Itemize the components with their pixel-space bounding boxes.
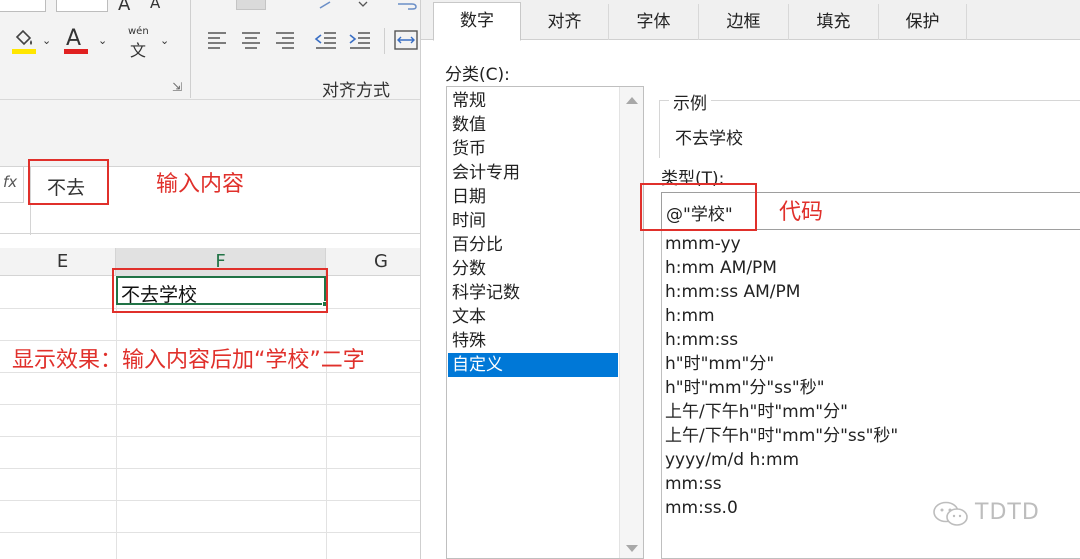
text-direction-icon[interactable] xyxy=(318,0,342,10)
tab-alignment[interactable]: 对齐 xyxy=(521,4,609,40)
top-align-button[interactable] xyxy=(236,0,266,10)
type-list-item[interactable]: 上午/下午h"时"mm"分"ss"秒" xyxy=(665,424,898,448)
annotation-box-type xyxy=(640,183,757,231)
chevron-down-icon[interactable] xyxy=(358,0,368,8)
group-separator xyxy=(190,0,191,98)
tab-fill[interactable]: 填充 xyxy=(789,4,879,40)
category-item[interactable]: 分数 xyxy=(448,257,618,281)
annotation-box-cell xyxy=(112,268,328,313)
type-list-item[interactable]: h:mm xyxy=(665,304,715,328)
category-item[interactable]: 百分比 xyxy=(448,233,618,257)
decrease-indent-icon[interactable] xyxy=(314,30,338,50)
tab-border[interactable]: 边框 xyxy=(699,4,789,40)
annotation-code: 代码 xyxy=(779,200,824,225)
chevron-down-icon[interactable]: ⌄ xyxy=(98,34,107,47)
tab-protection[interactable]: 保护 xyxy=(879,4,967,40)
category-item[interactable]: 货币 xyxy=(448,137,618,161)
wechat-icon xyxy=(933,501,968,526)
category-item[interactable]: 科学记数 xyxy=(448,281,618,305)
font-color-letter: A xyxy=(66,26,82,51)
ribbon: A A ⌄ A ⌄ wén 文 ⌄ ⇲ 对齐方式 xyxy=(0,0,420,101)
toolbar-separator xyxy=(384,28,385,54)
grow-font-button[interactable]: A xyxy=(118,0,130,15)
sample-label: 示例 xyxy=(669,89,711,114)
increase-indent-icon[interactable] xyxy=(348,30,372,50)
type-list-item[interactable]: yyyy/m/d h:mm xyxy=(665,448,799,472)
fill-color-button[interactable] xyxy=(10,28,40,56)
annotation-display-effect: 显示效果：输入内容后加“学校”二字 xyxy=(12,348,365,373)
phonetic-top: wén xyxy=(128,26,149,37)
align-right-icon[interactable] xyxy=(274,30,296,50)
grid-line xyxy=(0,404,420,405)
font-color-swatch xyxy=(64,49,88,54)
type-list-item[interactable]: h"时"mm"分"ss"秒" xyxy=(665,376,825,400)
category-label: 分类(C): xyxy=(445,65,510,85)
align-center-icon[interactable] xyxy=(240,30,262,50)
merge-center-icon[interactable] xyxy=(394,29,418,51)
phonetic-button[interactable]: wén 文 xyxy=(126,26,156,60)
font-size-combo[interactable] xyxy=(56,0,108,12)
category-scrollbar[interactable] xyxy=(619,87,643,558)
tab-font[interactable]: 字体 xyxy=(609,4,699,40)
grid-line xyxy=(0,500,420,501)
grid-line xyxy=(0,468,420,469)
category-item[interactable]: 特殊 xyxy=(448,329,618,353)
phonetic-bottom: 文 xyxy=(130,41,147,60)
chevron-down-icon[interactable]: ⌄ xyxy=(42,34,51,47)
category-item[interactable]: 时间 xyxy=(448,209,618,233)
wrap-text-icon[interactable] xyxy=(396,0,418,10)
category-item-selected[interactable]: 自定义 xyxy=(448,353,618,377)
excel-window: A A ⌄ A ⌄ wén 文 ⌄ ⇲ 对齐方式 fx 不去 E F G 不去学… xyxy=(0,0,420,559)
type-list-item[interactable]: mm:ss.0 xyxy=(665,496,738,520)
dialog-launcher-icon[interactable]: ⇲ xyxy=(172,80,182,94)
type-list-item[interactable]: mmm-yy xyxy=(665,232,741,256)
fx-button[interactable]: fx xyxy=(0,167,24,203)
alignment-group-label: 对齐方式 xyxy=(322,81,390,101)
type-list-item[interactable]: h:mm:ss xyxy=(665,328,738,352)
font-color-button[interactable]: A xyxy=(62,26,92,56)
ribbon-collapsed-band xyxy=(0,100,420,166)
watermark-text: TDTD xyxy=(975,500,1040,525)
category-list[interactable]: 常规 数值 货币 会计专用 日期 时间 百分比 分数 科学记数 文本 特殊 自定… xyxy=(446,86,644,559)
format-cells-dialog: 数字 对齐 字体 边框 填充 保护 分类(C): 常规 数值 货币 会计专用 日… xyxy=(420,0,1080,559)
type-list-item[interactable]: h:mm AM/PM xyxy=(665,256,777,280)
grid-line xyxy=(0,436,420,437)
annotation-box-formula xyxy=(28,159,109,205)
category-item[interactable]: 会计专用 xyxy=(448,161,618,185)
paint-bucket-icon xyxy=(15,29,32,46)
font-name-combo[interactable] xyxy=(0,0,46,12)
category-item[interactable]: 文本 xyxy=(448,305,618,329)
fill-color-swatch xyxy=(12,49,36,54)
annotation-input-content: 输入内容 xyxy=(156,172,245,197)
grid-line xyxy=(0,532,420,533)
grid-line xyxy=(326,276,327,559)
scroll-down-icon[interactable] xyxy=(626,545,638,552)
fx-symbol: fx xyxy=(3,173,18,191)
type-list-item[interactable]: h"时"mm"分" xyxy=(665,352,774,376)
shrink-font-button[interactable]: A xyxy=(150,0,160,12)
category-item[interactable]: 日期 xyxy=(448,185,618,209)
sample-value: 不去学校 xyxy=(675,129,743,149)
grid-line xyxy=(116,276,117,559)
column-header-e[interactable]: E xyxy=(0,248,116,276)
dialog-tab-bar: 数字 对齐 字体 边框 填充 保护 xyxy=(421,0,1080,41)
scroll-up-icon[interactable] xyxy=(626,97,638,104)
type-list-item[interactable]: h:mm:ss AM/PM xyxy=(665,280,800,304)
category-item[interactable]: 常规 xyxy=(448,89,618,113)
grid-line xyxy=(0,340,420,341)
column-header-g[interactable]: G xyxy=(326,248,420,276)
type-list-item[interactable]: mm:ss xyxy=(665,472,722,496)
category-item[interactable]: 数值 xyxy=(448,113,618,137)
tab-number[interactable]: 数字 xyxy=(433,2,521,41)
chevron-down-icon[interactable]: ⌄ xyxy=(160,34,169,47)
type-list-item[interactable]: 上午/下午h"时"mm"分" xyxy=(665,400,848,424)
align-left-icon[interactable] xyxy=(206,30,228,50)
